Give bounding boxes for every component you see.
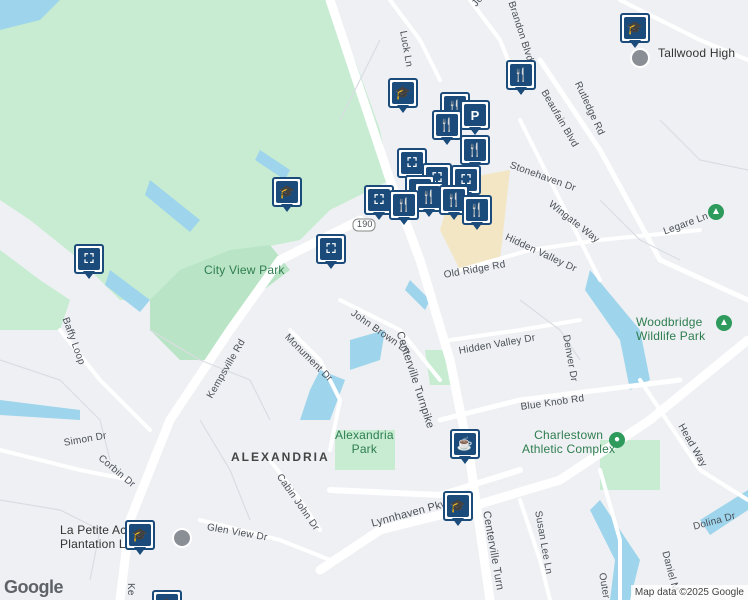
park-marker-icon[interactable]: ▲	[708, 204, 724, 220]
woodbridge-wildlife-park-label[interactable]: Woodbridge Wildlife Park	[636, 315, 705, 343]
school-pin[interactable]: 🎓	[388, 78, 422, 118]
shopping-bag-icon: ⛶	[401, 152, 423, 174]
shopping-bag-icon: ⛶	[368, 189, 390, 211]
shopping-bag-icon: ⛶	[320, 238, 342, 260]
map-canvas[interactable]: 190 City View Park ALEXANDRIA Alexandria…	[0, 0, 748, 600]
graduation-cap-icon: 🎓	[276, 181, 298, 203]
map-attribution[interactable]: Map data ©2025 Google	[630, 585, 748, 600]
coffee-cup-icon: ☕	[454, 433, 476, 455]
graduation-cap-icon: 🎓	[156, 594, 178, 600]
shopping-bag-icon: ⛶	[78, 248, 100, 270]
school-pin[interactable]: 🎓	[443, 491, 477, 531]
graduation-cap-icon: 🎓	[392, 82, 414, 104]
shopping-pin[interactable]: ⛶	[74, 244, 108, 284]
fork-knife-icon: 🍴	[466, 199, 488, 221]
parking-icon: P	[464, 104, 486, 126]
school-pin[interactable]: 🎓	[152, 590, 186, 600]
cafe-pin[interactable]: ☕	[450, 429, 484, 469]
restaurant-pin[interactable]: 🍴	[389, 190, 423, 230]
park-marker-icon[interactable]: ▲	[716, 315, 732, 331]
restaurant-pin[interactable]: 🍴	[506, 60, 540, 100]
graduation-cap-icon: 🎓	[624, 17, 646, 39]
fork-knife-icon: 🍴	[436, 114, 458, 136]
school-pin[interactable]: 🎓	[272, 177, 306, 217]
kempsville-bottom-label: Ke	[125, 583, 136, 596]
graduation-cap-icon: 🎓	[129, 524, 151, 546]
sports-marker-icon[interactable]: ●	[609, 432, 625, 448]
fork-knife-icon: 🍴	[393, 194, 415, 216]
restaurant-pin[interactable]: 🍴	[462, 195, 496, 235]
charlestown-athletic-complex-label[interactable]: Charlestown Athletic Complex	[522, 428, 615, 456]
map-base	[0, 0, 748, 600]
alexandria-park-label[interactable]: Alexandria Park	[335, 428, 394, 456]
school-pin[interactable]: 🎓	[125, 520, 159, 560]
google-logo: Google	[4, 577, 64, 597]
alexandria-label: ALEXANDRIA	[231, 450, 330, 464]
tallwood-high-label[interactable]: Tallwood High	[658, 46, 735, 60]
fork-knife-icon: 🍴	[464, 139, 486, 161]
fork-knife-icon: 🍴	[510, 64, 532, 86]
graduation-cap-icon: 🎓	[447, 495, 469, 517]
city-view-park-label[interactable]: City View Park	[204, 263, 285, 277]
school-pin[interactable]: 🎓	[620, 13, 654, 53]
place-marker-icon[interactable]	[172, 528, 192, 548]
shopping-pin[interactable]: ⛶	[316, 234, 350, 274]
